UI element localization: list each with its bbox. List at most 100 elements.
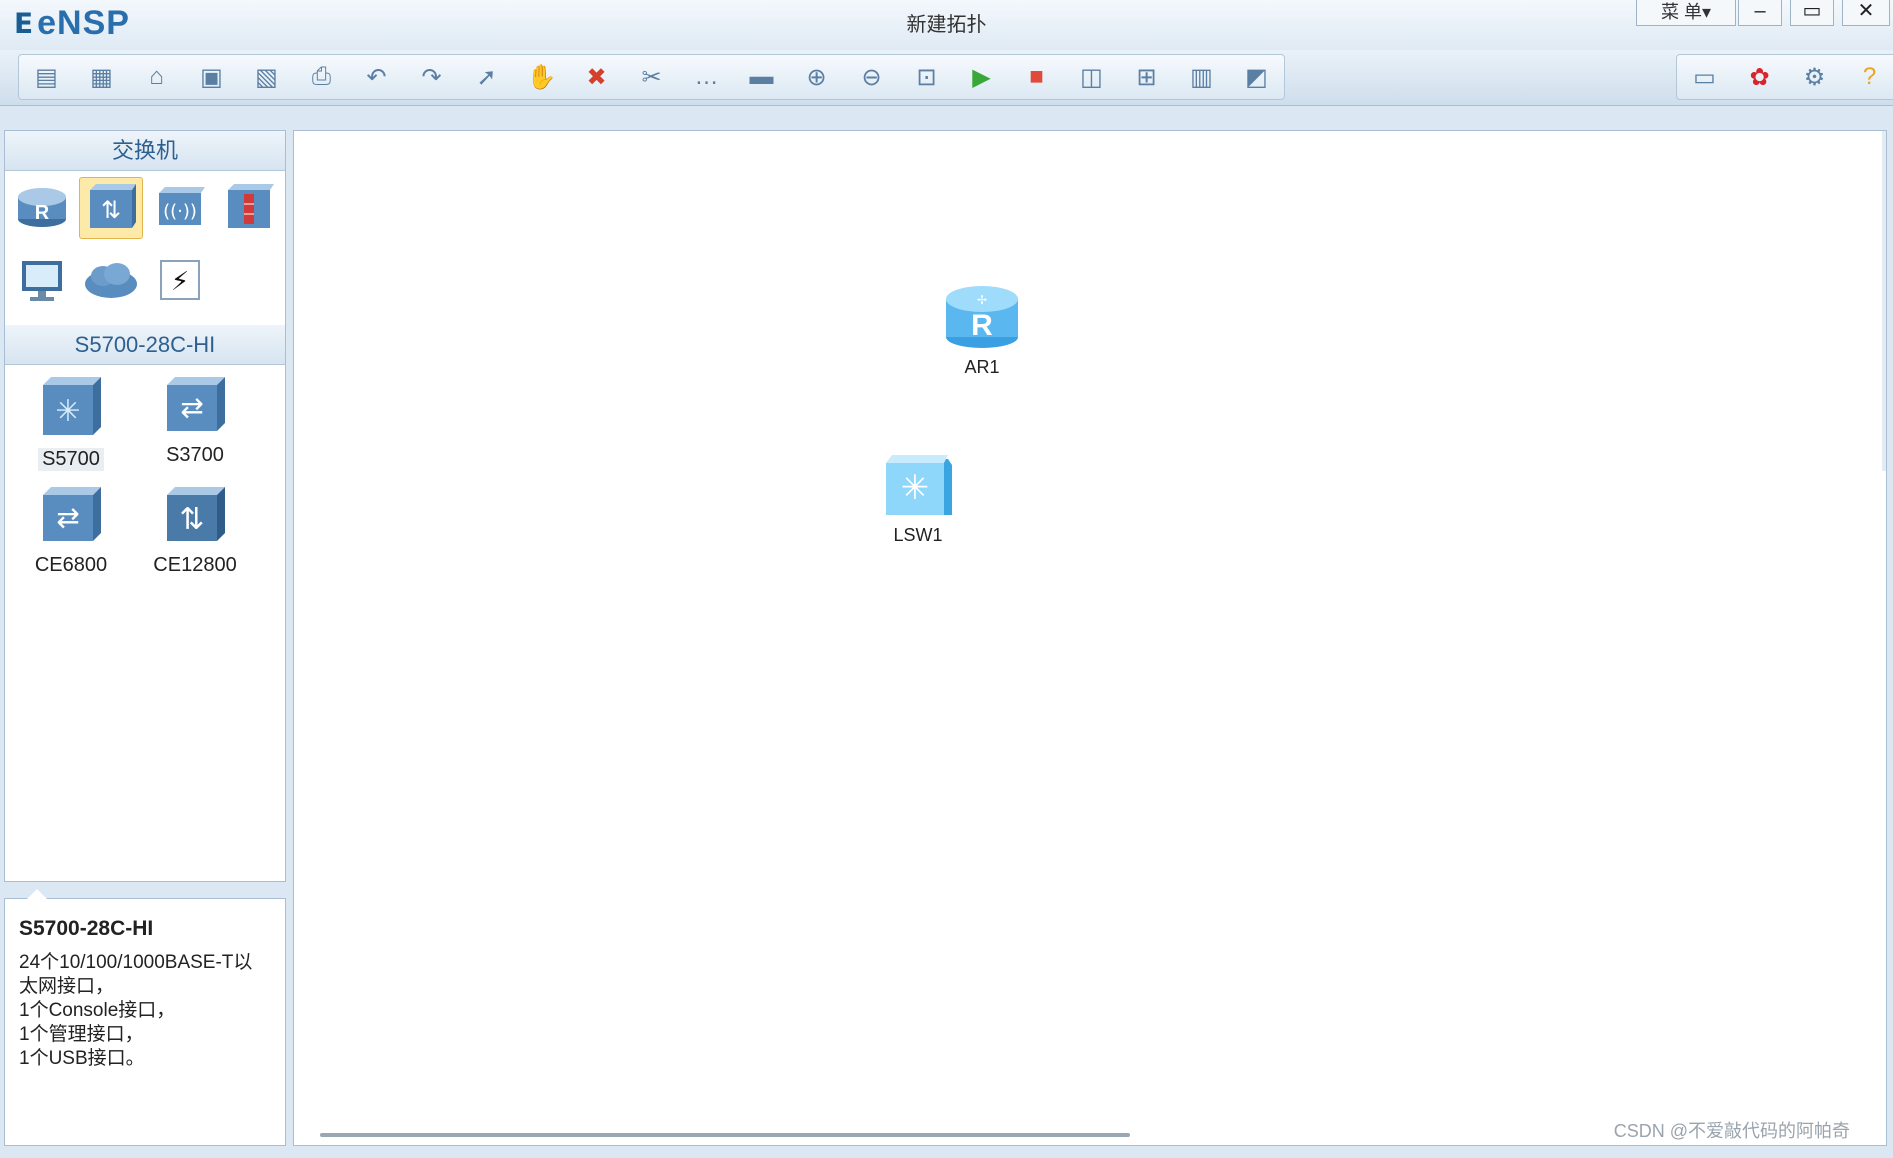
svg-text:⇅: ⇅ <box>179 502 204 537</box>
description-text: 24个10/100/1000BASE-T以 太网接口， 1个Console接口， 1个… <box>19 951 271 1071</box>
undo-button[interactable]: ↶ <box>349 55 404 99</box>
description-line: 1个管理接口， <box>19 1024 144 1045</box>
help-button[interactable]: ? <box>1842 55 1893 99</box>
rectangle-button[interactable]: ▬ <box>734 55 789 99</box>
model-label: CE12800 <box>153 554 237 576</box>
save-as-icon: ▧ <box>255 63 278 91</box>
vertical-scrollbar[interactable] <box>1882 131 1886 471</box>
print-icon: ⎙ <box>311 63 332 90</box>
switch-category-icon: ⇅ <box>86 182 136 235</box>
model-s5700[interactable]: ✳ S5700 <box>9 375 133 471</box>
router-category-button[interactable]: R <box>10 177 74 239</box>
delete-button[interactable]: ✖ <box>569 55 624 99</box>
topology-button[interactable]: ⊞ <box>1119 55 1174 99</box>
hand-button[interactable]: ✋ <box>514 55 569 99</box>
switch-model-icon: ⇅ <box>163 485 227 550</box>
category-grid: R ⇅ ((·)) ⚡ <box>5 171 285 325</box>
undo-icon: ↶ <box>366 63 387 91</box>
switch-icon: ✳ <box>886 455 952 515</box>
toolbar: ▤ ▦ ⌂ ▣ ▧ ⎙ ↶ ↷ ➚ ✋ ✖ ✂ … ▬ ⊕ ⊖ ⊡ ▶ ■ ◫ ⊞ ▥ ◩ ▭ ✿ ⚙? <box>0 50 1893 106</box>
app-logo: ⴹ eNSP <box>14 4 130 43</box>
model-ce12800[interactable]: ⇅ CE12800 <box>133 485 257 577</box>
firewall-category-button[interactable] <box>217 177 281 239</box>
screenshot-icon: ◩ <box>1245 63 1268 91</box>
toolbar-right-group: ▭ ✿ ⚙? <box>1676 54 1893 100</box>
svg-text:⇄: ⇄ <box>56 501 79 534</box>
watermark: CSDN @不爱敲代码的阿帕奇 <box>1613 1121 1850 1141</box>
redo-icon: ↷ <box>421 63 442 91</box>
capture-icon: ◫ <box>1080 63 1103 91</box>
model-label: CE6800 <box>34 554 108 576</box>
new-lab-icon: ▦ <box>90 63 113 91</box>
maximize-button[interactable]: ▭ <box>1790 0 1834 26</box>
save-as-button[interactable]: ▧ <box>239 55 294 99</box>
wireless-category-icon: ((·)) <box>155 183 205 234</box>
zoom-in-button[interactable]: ⊕ <box>789 55 844 99</box>
open-icon: ⌂ <box>149 63 164 90</box>
category-title: 交换机 <box>5 131 285 171</box>
svg-text:⇅: ⇅ <box>100 196 120 224</box>
cloud-category-button[interactable] <box>79 251 143 313</box>
svg-text:✳: ✳ <box>55 394 80 429</box>
new-lab-button[interactable]: ▦ <box>74 55 129 99</box>
zoom-in-icon: ⊕ <box>806 63 827 91</box>
title-bar: ⴹ eNSP 新建拓扑 菜 单▾ – ▭ ✕ <box>0 0 1893 50</box>
settings-button[interactable]: ⚙ <box>1787 55 1842 99</box>
close-button[interactable]: ✕ <box>1842 0 1890 26</box>
pc-category-button[interactable] <box>10 251 74 313</box>
save-icon: ▣ <box>200 63 223 91</box>
fit-button[interactable]: ⊡ <box>899 55 954 99</box>
rectangle-icon: ▬ <box>749 63 774 90</box>
minimize-button[interactable]: – <box>1738 0 1782 26</box>
connection-category-button[interactable]: ⚡ <box>148 251 212 313</box>
save-button[interactable]: ▣ <box>184 55 239 99</box>
horizontal-scrollbar[interactable] <box>320 1133 1130 1137</box>
start-all-icon: ▶ <box>972 63 991 91</box>
wireless-category-button[interactable]: ((·)) <box>148 177 212 239</box>
menu-button[interactable]: 菜 单▾ <box>1636 0 1736 26</box>
grid-button[interactable]: ▥ <box>1174 55 1229 99</box>
topology-icon: ⊞ <box>1136 63 1157 91</box>
svg-text:((·)): ((·)) <box>163 201 197 222</box>
help-icon: ? <box>1862 63 1877 90</box>
model-ce6800[interactable]: ⇄ CE6800 <box>9 485 133 577</box>
router-icon: R ✢ <box>946 286 1018 348</box>
switch-category-button[interactable]: ⇅ <box>78 177 143 239</box>
model-s3700[interactable]: ⇄ S3700 <box>133 375 257 471</box>
node-lsw1[interactable]: ✳ LSW1 <box>882 451 954 546</box>
text-note-icon: … <box>694 63 719 90</box>
connection-category-icon: ⚡ <box>158 258 202 307</box>
stop-all-icon: ■ <box>1029 63 1044 90</box>
select-button[interactable]: ➚ <box>459 55 514 99</box>
capture-button[interactable]: ◫ <box>1064 55 1119 99</box>
svg-text:✳: ✳ <box>901 468 930 508</box>
firewall-category-icon <box>224 182 274 235</box>
stop-all-button[interactable]: ■ <box>1009 55 1064 99</box>
topology-canvas[interactable]: R ✢ AR1 ✳ LSW1 CSDN @不爱敲代码的阿帕奇 <box>293 130 1887 1146</box>
description-pointer <box>27 889 47 899</box>
select-icon: ➚ <box>476 63 497 91</box>
chat-icon: ▭ <box>1693 63 1716 91</box>
pc-category-icon <box>18 257 66 308</box>
screenshot-button[interactable]: ◩ <box>1229 55 1284 99</box>
model-grid: ✳ S5700 ⇄ S3700 ⇄ CE6800 ⇅ CE12800 <box>5 365 285 587</box>
text-note-button[interactable]: … <box>679 55 734 99</box>
new-topology-button[interactable]: ▤ <box>19 55 74 99</box>
svg-text:R: R <box>971 309 993 342</box>
delete-link-button[interactable]: ✂ <box>624 55 679 99</box>
app-name: eNSP <box>37 4 130 42</box>
svg-text:R: R <box>34 202 49 224</box>
description-line: 1个USB接口。 <box>19 1048 145 1069</box>
open-button[interactable]: ⌂ <box>129 55 184 99</box>
print-button[interactable]: ⎙ <box>294 55 349 99</box>
start-all-button[interactable]: ▶ <box>954 55 1009 99</box>
delete-link-icon: ✂ <box>641 63 662 91</box>
node-label: LSW1 <box>893 525 943 545</box>
zoom-out-button[interactable]: ⊖ <box>844 55 899 99</box>
model-title: S5700-28C-HI <box>5 325 285 365</box>
redo-button[interactable]: ↷ <box>404 55 459 99</box>
svg-text:⚡: ⚡ <box>170 267 188 297</box>
huawei-button[interactable]: ✿ <box>1732 55 1787 99</box>
node-ar1[interactable]: R ✢ AR1 <box>944 281 1020 378</box>
chat-button[interactable]: ▭ <box>1677 55 1732 99</box>
